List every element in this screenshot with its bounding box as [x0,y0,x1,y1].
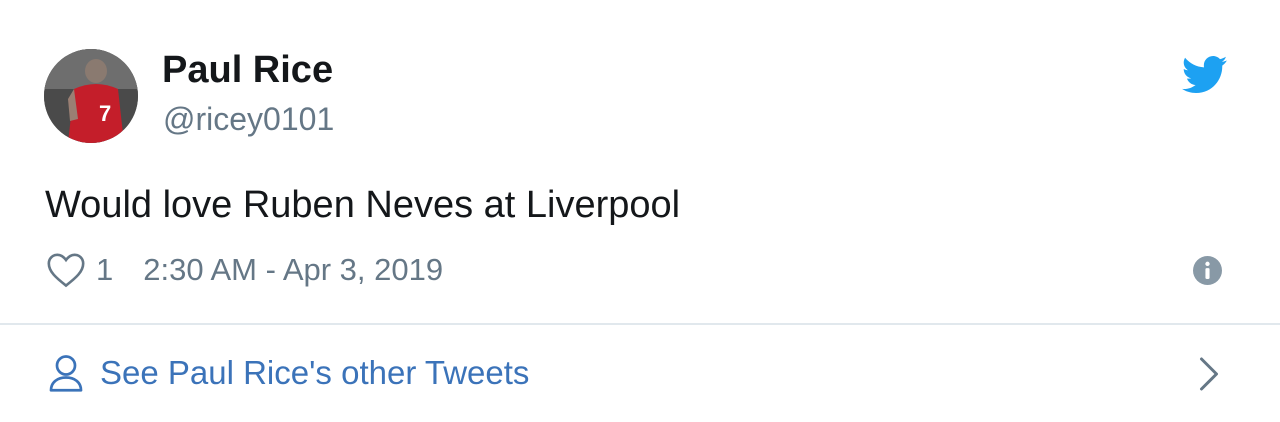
tweet-text: Would love Ruben Neves at Liverpool [45,184,681,226]
chevron-right-icon[interactable] [1196,356,1222,392]
divider [0,323,1280,325]
tweet-timestamp[interactable]: 2:30 AM - Apr 3, 2019 [143,252,443,288]
tweet-card: 7 Paul Rice @ricey0101 Would love Ruben … [0,0,1280,422]
user-handle[interactable]: @ricey0101 [163,100,334,138]
see-other-tweets-link[interactable]: See Paul Rice's other Tweets [48,350,529,396]
user-icon [49,355,83,392]
twitter-bird-icon[interactable] [1182,55,1228,95]
display-name[interactable]: Paul Rice [162,50,333,90]
tweet-meta: 1 2:30 AM - Apr 3, 2019 [46,250,443,290]
heart-icon[interactable] [46,252,86,288]
svg-text:7: 7 [99,101,111,126]
see-other-tweets-label[interactable]: See Paul Rice's other Tweets [100,354,529,392]
info-icon[interactable] [1193,256,1222,285]
like-count: 1 [96,252,114,287]
avatar[interactable]: 7 [44,49,138,143]
